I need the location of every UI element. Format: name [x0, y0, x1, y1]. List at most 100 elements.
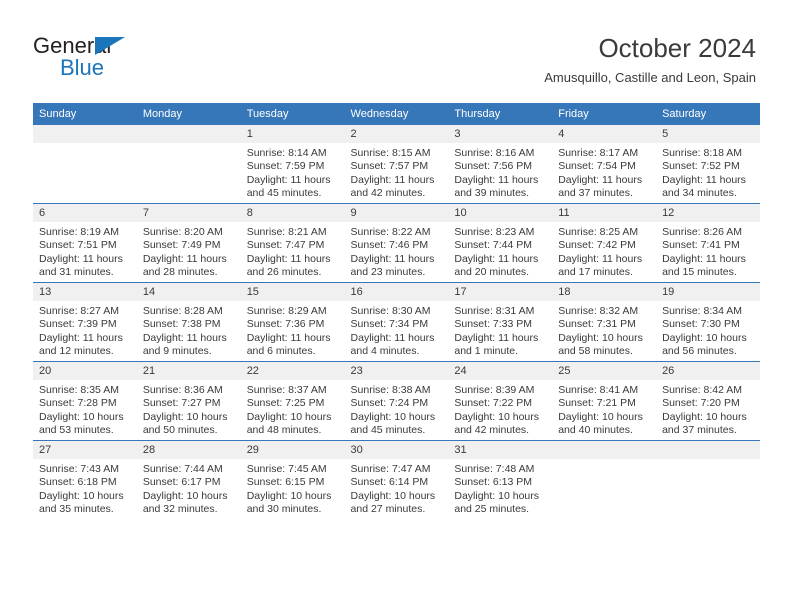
- day-details: Sunrise: 8:35 AM Sunset: 7:28 PM Daylight:…: [33, 380, 137, 438]
- calendar-day-cell[interactable]: 13 Sunrise: 8:27 AM Sunset: 7:39 PM Dayligh…: [33, 282, 137, 362]
- day-detail-sunset: Sunset: 7:39 PM: [39, 318, 117, 331]
- day-number: 11: [552, 204, 657, 222]
- day-number: 28: [136, 441, 241, 459]
- calendar-day-cell[interactable]: 17 Sunrise: 8:31 AM Sunset: 7:33 PM Dayligh…: [448, 282, 553, 362]
- day-number: 26: [656, 362, 760, 380]
- day-detail-daylight1: Daylight: 11 hours: [558, 173, 643, 186]
- day-detail-daylight1: Daylight: 11 hours: [454, 331, 539, 344]
- day-detail-sunrise: Sunrise: 8:29 AM: [246, 305, 327, 317]
- calendar-day-cell[interactable]: 12 Sunrise: 8:26 AM Sunset: 7:41 PM Dayligh…: [656, 203, 760, 283]
- day-detail-daylight1: Daylight: 10 hours: [39, 489, 124, 502]
- calendar-day-cell[interactable]: 1 Sunrise: 8:14 AM Sunset: 7:59 PM Daylight…: [240, 125, 345, 204]
- generalblue-logo: General Blue: [33, 33, 213, 85]
- day-detail-daylight1: Daylight: 11 hours: [350, 173, 435, 186]
- day-detail-sunrise: Sunrise: 8:18 AM: [662, 147, 743, 159]
- day-detail-sunrise: Sunrise: 8:20 AM: [142, 226, 223, 238]
- day-details: Sunrise: 8:34 AM Sunset: 7:30 PM Daylight:…: [656, 301, 760, 359]
- day-number: 5: [656, 125, 760, 143]
- weekday-header-saturday: Saturday: [656, 103, 760, 125]
- calendar-day-cell[interactable]: 5 Sunrise: 8:18 AM Sunset: 7:52 PM Daylight…: [656, 125, 760, 204]
- day-detail-daylight1: Daylight: 11 hours: [246, 173, 331, 186]
- day-detail-sunrise: Sunrise: 8:37 AM: [246, 384, 327, 396]
- calendar-day-cell[interactable]: 21 Sunrise: 8:36 AM Sunset: 7:27 PM Dayligh…: [136, 361, 241, 441]
- day-detail-daylight1: Daylight: 10 hours: [246, 410, 332, 423]
- calendar-day-cell[interactable]: 20 Sunrise: 8:35 AM Sunset: 7:28 PM Dayligh…: [33, 361, 137, 441]
- weekday-header-monday: Monday: [136, 103, 241, 125]
- day-detail-sunrise: Sunrise: 8:23 AM: [454, 226, 535, 238]
- calendar-day-cell[interactable]: 7 Sunrise: 8:20 AM Sunset: 7:49 PM Daylight…: [136, 203, 241, 283]
- day-detail-sunrise: Sunrise: 8:22 AM: [350, 226, 431, 238]
- calendar-day-cell[interactable]: 25 Sunrise: 8:41 AM Sunset: 7:21 PM Dayligh…: [552, 361, 657, 441]
- page-subtitle: Amusquillo, Castille and Leon, Spain: [544, 70, 756, 85]
- day-detail-sunrise: Sunrise: 8:38 AM: [350, 384, 431, 396]
- calendar-day-cell[interactable]: 4 Sunrise: 8:17 AM Sunset: 7:54 PM Daylight…: [552, 125, 657, 204]
- day-detail-daylight1: Daylight: 11 hours: [350, 252, 435, 265]
- day-detail-daylight1: Daylight: 11 hours: [39, 252, 123, 265]
- calendar-day-cell[interactable]: 27 Sunrise: 7:43 AM Sunset: 6:18 PM Dayligh…: [33, 440, 137, 519]
- calendar-day-cell[interactable]: 8 Sunrise: 8:21 AM Sunset: 7:47 PM Daylight…: [240, 203, 345, 283]
- day-detail-daylight2: and 45 minutes.: [350, 424, 426, 437]
- calendar-day-cell[interactable]: 3 Sunrise: 8:16 AM Sunset: 7:56 PM Daylight…: [448, 125, 553, 204]
- calendar-day-cell[interactable]: 22 Sunrise: 8:37 AM Sunset: 7:25 PM Dayligh…: [240, 361, 345, 441]
- day-number: 1: [240, 125, 345, 143]
- day-detail-sunset: Sunset: 7:46 PM: [350, 239, 429, 252]
- calendar-day-cell[interactable]: 10 Sunrise: 8:23 AM Sunset: 7:44 PM Dayligh…: [448, 203, 553, 283]
- day-detail-daylight2: and 28 minutes.: [142, 266, 218, 279]
- day-detail-sunset: Sunset: 6:14 PM: [350, 476, 429, 489]
- day-detail-daylight2: and 31 minutes.: [39, 266, 114, 279]
- day-detail-sunrise: Sunrise: 8:21 AM: [246, 226, 327, 238]
- calendar-day-cell[interactable]: 2 Sunrise: 8:15 AM Sunset: 7:57 PM Daylight…: [344, 125, 449, 204]
- calendar-day-cell[interactable]: 24 Sunrise: 8:39 AM Sunset: 7:22 PM Dayligh…: [448, 361, 553, 441]
- day-detail-daylight2: and 50 minutes.: [142, 424, 218, 437]
- day-number: 23: [344, 362, 449, 380]
- day-number: 29: [240, 441, 345, 459]
- day-number: 13: [33, 283, 137, 301]
- day-detail-sunrise: Sunrise: 7:47 AM: [350, 463, 431, 475]
- day-number: 14: [136, 283, 241, 301]
- day-number: 27: [33, 441, 137, 459]
- calendar-day-cell[interactable]: 15 Sunrise: 8:29 AM Sunset: 7:36 PM Dayligh…: [240, 282, 345, 362]
- day-number: [136, 125, 241, 143]
- day-details: Sunrise: 8:36 AM Sunset: 7:27 PM Daylight:…: [137, 380, 241, 438]
- calendar-day-cell[interactable]: 19 Sunrise: 8:34 AM Sunset: 7:30 PM Dayligh…: [656, 282, 760, 362]
- calendar-day-cell-empty: [552, 440, 657, 519]
- day-detail-daylight1: Daylight: 10 hours: [142, 410, 228, 423]
- day-detail-daylight1: Daylight: 11 hours: [350, 331, 435, 344]
- day-detail-sunrise: Sunrise: 8:16 AM: [454, 147, 535, 159]
- day-detail-sunset: Sunset: 7:54 PM: [558, 160, 636, 173]
- day-detail-daylight2: and 9 minutes.: [142, 345, 212, 358]
- day-details: Sunrise: 8:29 AM Sunset: 7:36 PM Daylight:…: [241, 301, 345, 359]
- day-detail-daylight1: Daylight: 10 hours: [39, 410, 124, 423]
- day-detail-daylight2: and 40 minutes.: [558, 424, 633, 437]
- day-details: Sunrise: 7:43 AM Sunset: 6:18 PM Daylight:…: [33, 459, 137, 517]
- day-detail-sunset: Sunset: 7:24 PM: [350, 397, 429, 410]
- day-detail-sunset: Sunset: 7:30 PM: [662, 318, 740, 331]
- day-details: Sunrise: 8:26 AM Sunset: 7:41 PM Daylight:…: [656, 222, 760, 280]
- day-number: 7: [136, 204, 241, 222]
- calendar-day-cell[interactable]: 28 Sunrise: 7:44 AM Sunset: 6:17 PM Dayligh…: [136, 440, 241, 519]
- day-detail-daylight1: Daylight: 11 hours: [39, 331, 123, 344]
- day-number: 24: [448, 362, 553, 380]
- day-detail-sunset: Sunset: 7:59 PM: [246, 160, 325, 173]
- day-detail-sunset: Sunset: 7:22 PM: [454, 397, 533, 410]
- calendar-day-cell[interactable]: 23 Sunrise: 8:38 AM Sunset: 7:24 PM Dayligh…: [344, 361, 449, 441]
- calendar-day-cell[interactable]: 30 Sunrise: 7:47 AM Sunset: 6:14 PM Dayligh…: [344, 440, 449, 519]
- calendar-day-cell[interactable]: 6 Sunrise: 8:19 AM Sunset: 7:51 PM Daylight…: [33, 203, 137, 283]
- day-number: 20: [33, 362, 137, 380]
- day-detail-sunset: Sunset: 6:13 PM: [454, 476, 533, 489]
- calendar-day-cell[interactable]: 16 Sunrise: 8:30 AM Sunset: 7:34 PM Dayligh…: [344, 282, 449, 362]
- calendar-day-cell[interactable]: 26 Sunrise: 8:42 AM Sunset: 7:20 PM Dayligh…: [656, 361, 760, 441]
- day-detail-daylight2: and 42 minutes.: [454, 424, 530, 437]
- day-detail-sunrise: Sunrise: 7:44 AM: [142, 463, 223, 475]
- calendar-day-cell[interactable]: 14 Sunrise: 8:28 AM Sunset: 7:38 PM Dayligh…: [136, 282, 241, 362]
- weekday-header-friday: Friday: [552, 103, 657, 125]
- calendar-header-row: Sunday Monday Tuesday Wednesday Thursday Frid…: [33, 103, 760, 125]
- day-detail-daylight2: and 58 minutes.: [558, 345, 633, 358]
- calendar-day-cell[interactable]: 11 Sunrise: 8:25 AM Sunset: 7:42 PM Dayligh…: [552, 203, 657, 283]
- day-detail-sunset: Sunset: 7:28 PM: [39, 397, 117, 410]
- calendar-day-cell[interactable]: 18 Sunrise: 8:32 AM Sunset: 7:31 PM Dayligh…: [552, 282, 657, 362]
- calendar-day-cell[interactable]: 31 Sunrise: 7:48 AM Sunset: 6:13 PM Dayligh…: [448, 440, 553, 519]
- day-detail-daylight1: Daylight: 10 hours: [246, 489, 332, 502]
- calendar-day-cell[interactable]: 9 Sunrise: 8:22 AM Sunset: 7:46 PM Daylight…: [344, 203, 449, 283]
- calendar-day-cell[interactable]: 29 Sunrise: 7:45 AM Sunset: 6:15 PM Dayligh…: [240, 440, 345, 519]
